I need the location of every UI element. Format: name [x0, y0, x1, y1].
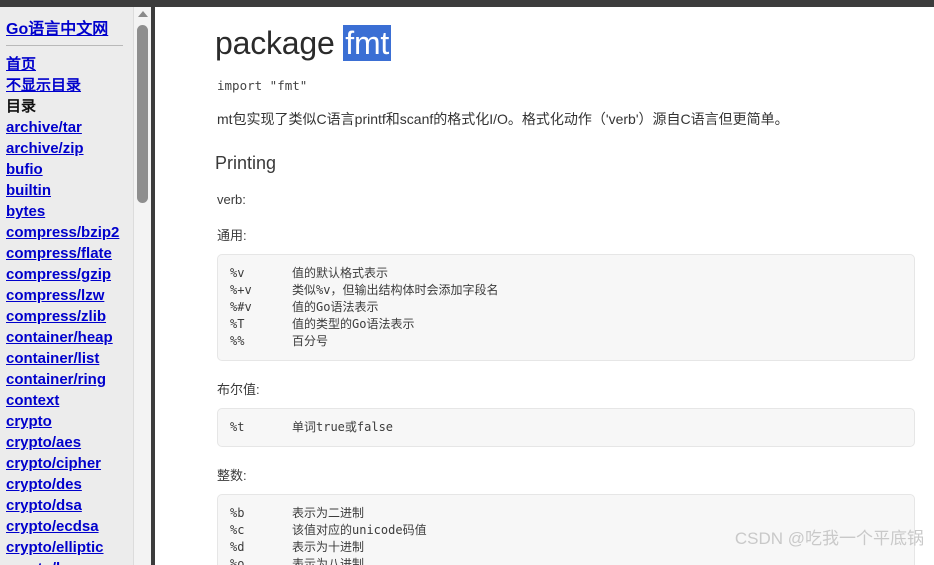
sidebar-item-bufio[interactable]: bufio	[6, 159, 133, 180]
code-verb: %o	[230, 557, 245, 565]
sidebar-site-title-link[interactable]: Go语言中文网	[6, 15, 133, 39]
sidebar-item-crypto-elliptic[interactable]: crypto/elliptic	[6, 537, 133, 558]
sidebar-item-crypto-cipher[interactable]: crypto/cipher	[6, 453, 133, 474]
sidebar-item-container-heap[interactable]: container/heap	[6, 327, 133, 348]
code-verb: %T	[230, 317, 245, 331]
code-verb: %d	[230, 540, 245, 554]
page-title: package fmt	[215, 25, 934, 62]
sidebar-package-list: 首页 不显示目录目录 archive/tar archive/zip bufio buil…	[6, 54, 133, 565]
code-verb: %b	[230, 506, 245, 520]
sidebar-item-crypto[interactable]: crypto	[6, 411, 133, 432]
sidebar-item-compress-bzip2[interactable]: compress/bzip2	[6, 222, 133, 243]
scroll-up-arrow-icon[interactable]	[138, 11, 148, 17]
code-verb: %+v	[230, 283, 252, 297]
sidebar-item-compress-flate[interactable]: compress/flate	[6, 243, 133, 264]
code-description: 表示为二进制	[292, 506, 365, 520]
browser-chrome-strip	[0, 0, 934, 7]
label-verb: verb:	[217, 192, 246, 207]
code-verb: %%	[230, 334, 245, 348]
sidebar-item-crypto-dsa[interactable]: crypto/dsa	[6, 495, 133, 516]
code-description: 单词true或false	[292, 420, 394, 434]
code-row: %#v 值的Go语法表示	[230, 299, 914, 316]
sidebar-item-container-ring[interactable]: container/ring	[6, 369, 133, 390]
code-row: %t 单词true或false	[230, 419, 914, 436]
code-row: %T 值的类型的Go语法表示	[230, 316, 914, 333]
sidebar-item-crypto-aes[interactable]: crypto/aes	[6, 432, 133, 453]
page-title-selected-text: fmt	[343, 25, 392, 61]
package-description: mt包实现了类似C语言printf和scanf的格式化I/O。格式化动作（'ve…	[217, 111, 789, 127]
code-description: 值的Go语法表示	[292, 300, 379, 314]
page-title-prefix: package	[215, 25, 344, 61]
codeblock-general: %v 值的默认格式表示 %+v 类似%v，但输出结构体时会添加字段名 %#v 值的Go语法…	[217, 254, 915, 361]
code-verb: %c	[230, 523, 245, 537]
sidebar-item-bytes[interactable]: bytes	[6, 201, 133, 222]
code-description: 值的类型的Go语法表示	[292, 317, 415, 331]
label-bool: 布尔值:	[217, 382, 260, 397]
code-row: %b 表示为二进制	[230, 505, 914, 522]
import-statement: import "fmt"	[217, 78, 308, 93]
sidebar-item-compress-gzip[interactable]: compress/gzip	[6, 264, 133, 285]
codeblock-bool: %t 单词true或false	[217, 408, 915, 447]
code-verb: %#v	[230, 300, 252, 314]
sidebar-item-container-list[interactable]: container/list	[6, 348, 133, 369]
browser-window: Go语言中文网 首页 不显示目录 目录 archive/tar archive/zip b…	[0, 0, 934, 565]
sidebar-frame: Go语言中文网 首页 不显示目录 目录 archive/tar archive/zip b…	[0, 7, 133, 565]
sidebar-scrollbar[interactable]	[133, 7, 151, 565]
code-row: %% 百分号	[230, 333, 914, 350]
code-verb: %t	[230, 420, 245, 434]
sidebar-item-crypto-des[interactable]: crypto/des	[6, 474, 133, 495]
code-row: %+v 类似%v，但输出结构体时会添加字段名	[230, 282, 914, 299]
sidebar-item-compress-lzw[interactable]: compress/lzw	[6, 285, 133, 306]
label-general: 通用:	[217, 228, 247, 243]
code-description: 值的默认格式表示	[292, 266, 389, 280]
label-integer: 整数:	[217, 468, 247, 483]
scrollbar-thumb[interactable]	[137, 25, 148, 203]
code-description: 百分号	[292, 334, 329, 348]
sidebar-divider	[6, 45, 123, 46]
watermark: CSDN @吃我一个平底锅	[734, 529, 924, 548]
main-content-pane: package fmt import "fmt" mt包实现了类似C语言prin…	[157, 7, 934, 565]
sidebar-item-builtin[interactable]: builtin	[6, 180, 133, 201]
sidebar-item-crypto-ecdsa[interactable]: crypto/ecdsa	[6, 516, 133, 537]
sidebar-item-archive-zip[interactable]: archive/zip	[6, 138, 133, 159]
sidebar-item-首页[interactable]: 首页	[6, 54, 133, 75]
code-verb: %v	[230, 266, 245, 280]
code-description: 类似%v，但输出结构体时会添加字段名	[292, 283, 499, 297]
code-row: %v 值的默认格式表示	[230, 265, 914, 282]
code-description: 表示为八进制	[292, 557, 365, 565]
sidebar-item-archive-tar[interactable]: archive/tar	[6, 117, 133, 138]
sidebar-item-context[interactable]: context	[6, 390, 133, 411]
section-heading-printing: Printing	[215, 153, 277, 173]
sidebar-item-compress-zlib[interactable]: compress/zlib	[6, 306, 133, 327]
code-row: %o 表示为八进制	[230, 556, 914, 565]
sidebar-item-目录: 目录	[6, 98, 37, 115]
sidebar-item-crypto-hmac[interactable]: crypto/hmac	[6, 558, 133, 565]
sidebar-item-不显示目录[interactable]: 不显示目录	[6, 75, 133, 96]
